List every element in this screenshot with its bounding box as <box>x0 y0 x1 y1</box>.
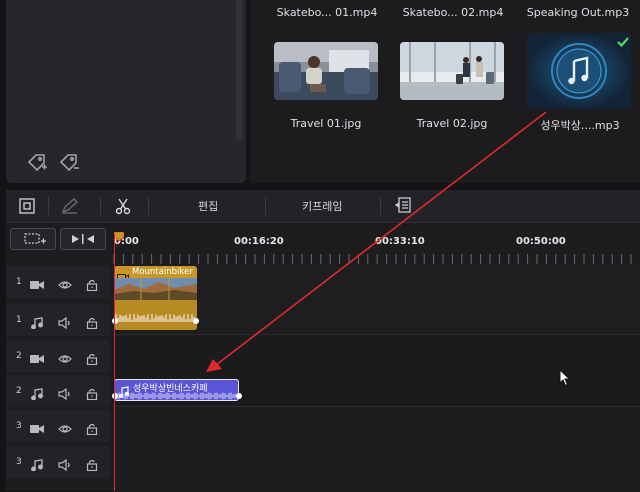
annotation-arrow <box>206 111 547 372</box>
mouse-cursor-icon <box>559 368 571 387</box>
